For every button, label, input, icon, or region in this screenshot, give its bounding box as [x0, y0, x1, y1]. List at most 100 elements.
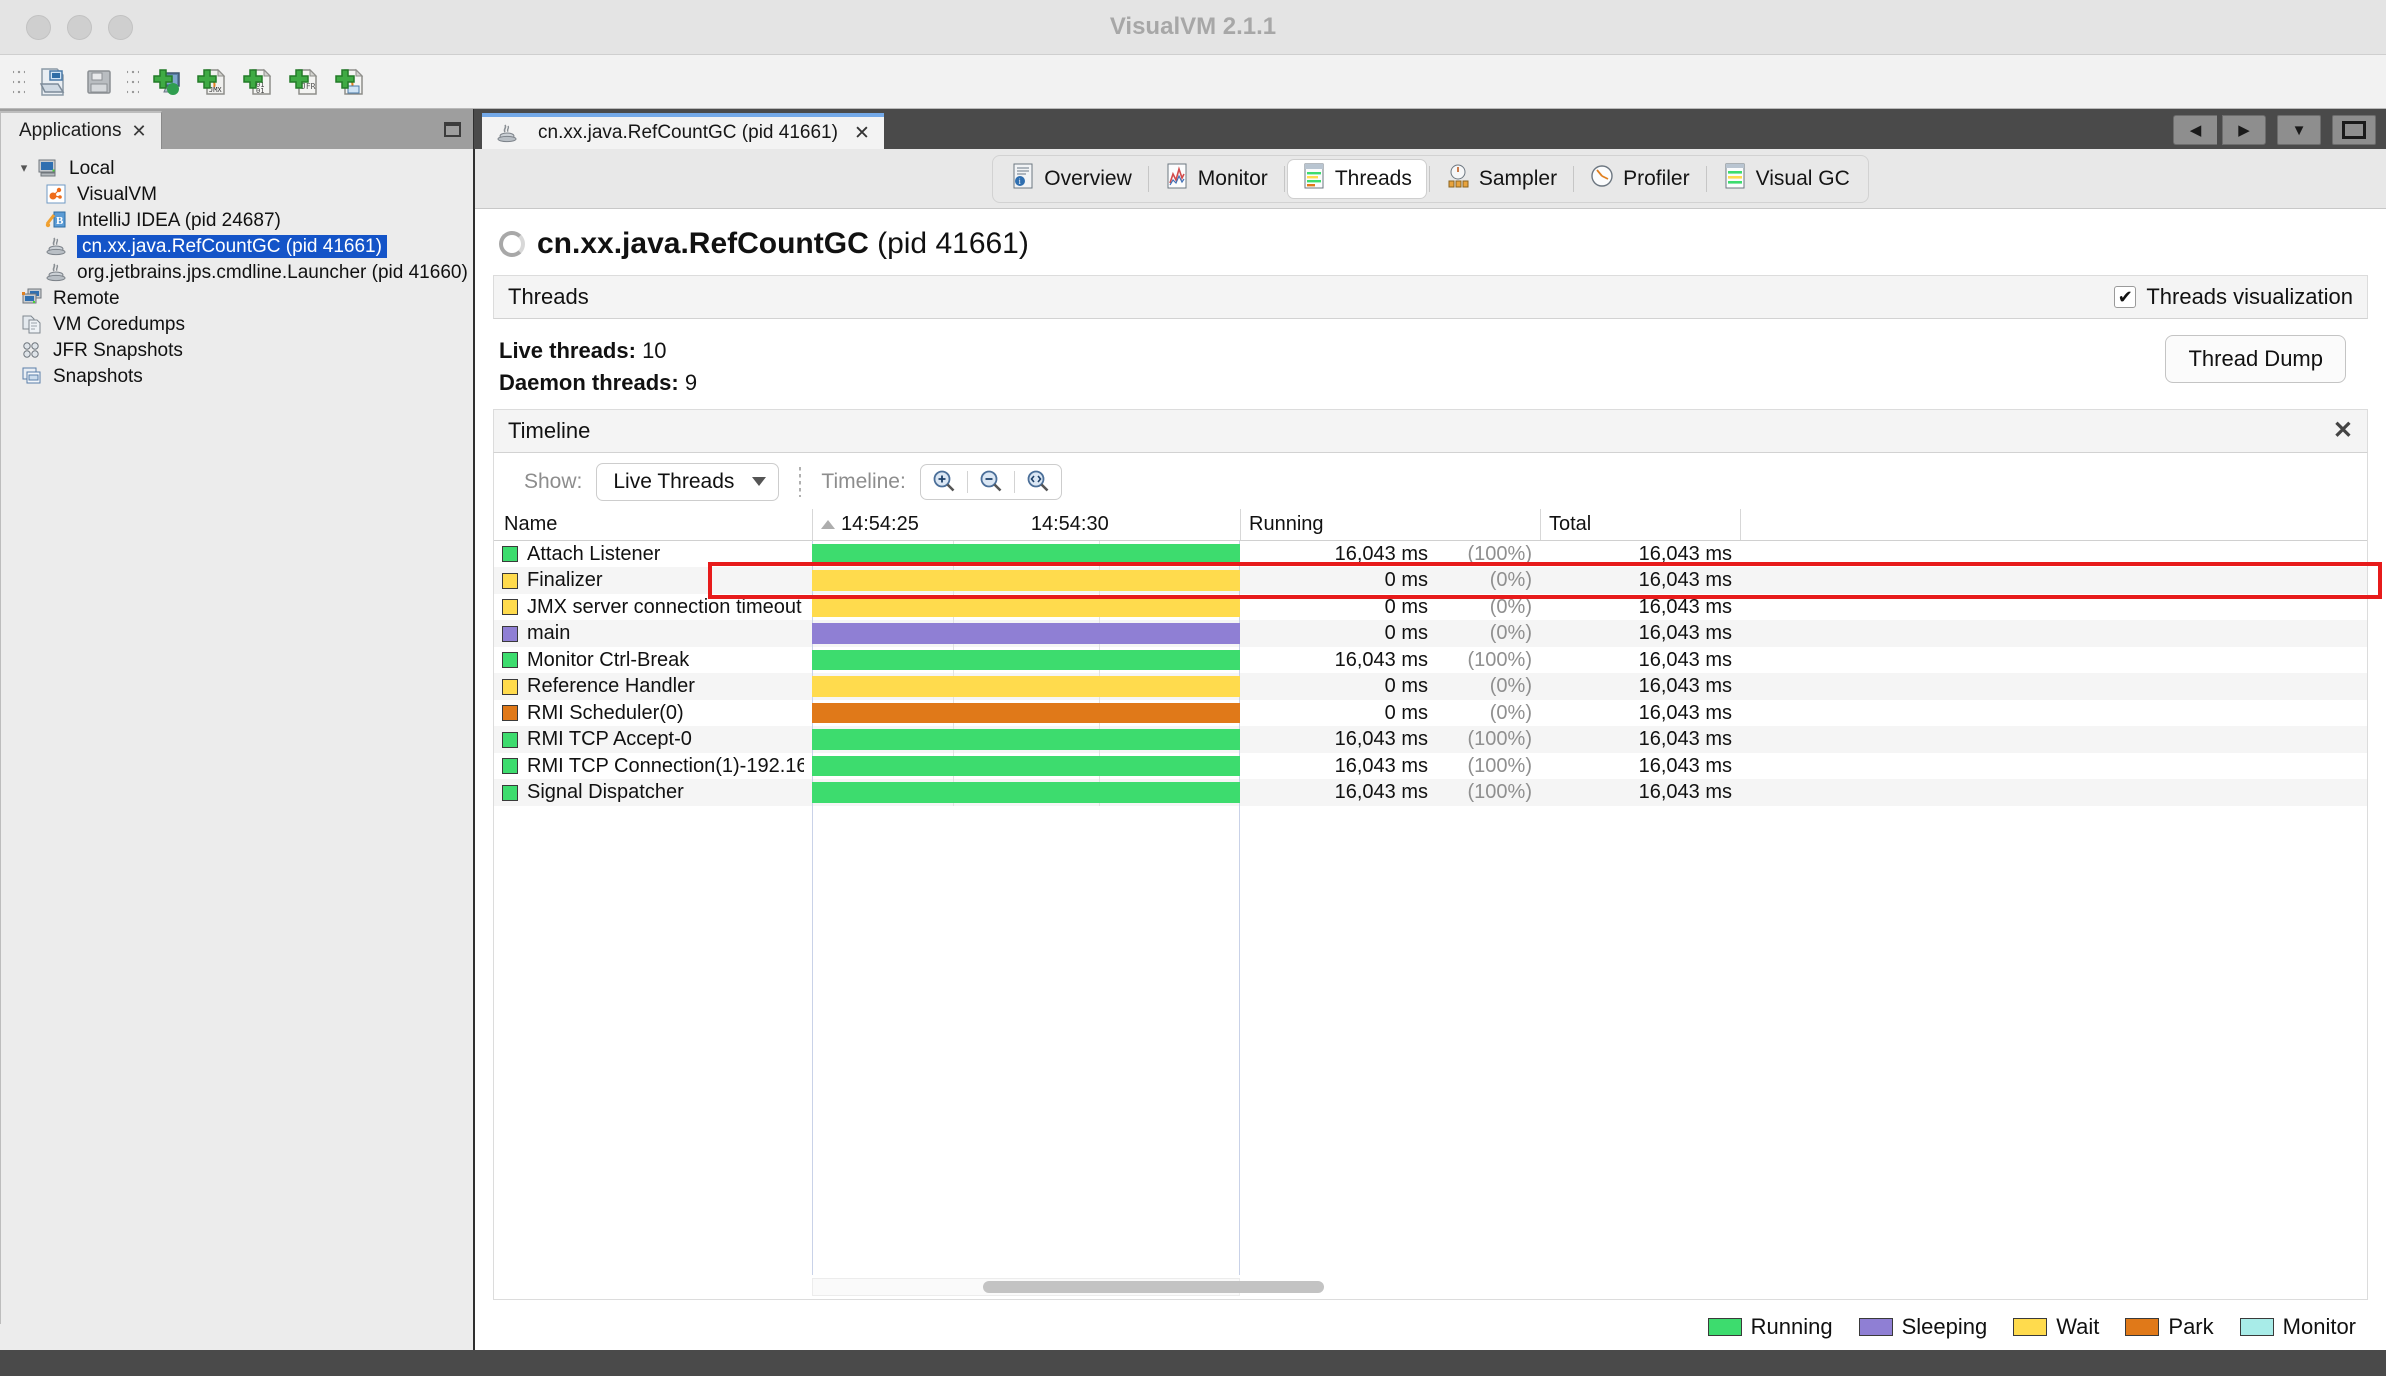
thread-timeline-cell[interactable] [812, 593, 1240, 621]
timeline-label: Timeline: [821, 469, 906, 493]
thread-name-label: Reference Handler [527, 675, 695, 698]
thread-name-cell: RMI TCP Connection(1)-192.168.31 [494, 753, 812, 780]
tab-profiler[interactable]: Profiler [1576, 159, 1704, 199]
tree-item-label: JFR Snapshots [53, 339, 183, 361]
maximize-document-button[interactable] [2332, 115, 2376, 145]
tab-applications[interactable]: Applications ✕ [0, 111, 162, 149]
open-snapshot-icon[interactable] [34, 63, 72, 101]
table-row[interactable]: RMI Scheduler(0) 0 ms (0%) 16,043 ms [494, 699, 2367, 727]
tree-item-refcountgc[interactable]: cn.xx.java.RefCountGC (pid 41661) [1, 233, 473, 259]
tab-refcountgc-document[interactable]: cn.xx.java.RefCountGC (pid 41661) ✕ [482, 113, 884, 149]
close-icon[interactable]: ✕ [854, 122, 870, 145]
column-header-running[interactable]: Running [1240, 508, 1436, 540]
show-threads-value: Live Threads [613, 469, 735, 493]
add-vm-coredump-icon[interactable]: 01 01 [240, 63, 278, 101]
tree-item-remote[interactable]: Remote [1, 285, 473, 311]
tab-sampler[interactable]: Sampler [1432, 159, 1571, 199]
zoom-fit-icon[interactable] [1015, 465, 1061, 499]
timeline-section-actions: ✕ [2333, 418, 2353, 443]
toolbar-grip-2 [127, 64, 139, 99]
thread-timeline-cell[interactable] [812, 752, 1240, 780]
table-body[interactable]: Attach Listener 16,043 ms (100%) 16,043 ms F… [494, 540, 2367, 1275]
thread-state-swatch [502, 652, 518, 669]
row-spacer-cell [1740, 779, 2367, 806]
java-icon [494, 122, 520, 144]
tree-item-label: Local [69, 157, 115, 179]
zoom-out-icon[interactable] [968, 465, 1014, 499]
table-row[interactable]: main 0 ms (0%) 16,043 ms [494, 620, 2367, 647]
thread-state-bar [812, 755, 1240, 777]
applications-pane: Applications ✕ ▾ Local VisualVM B Intell… [0, 109, 474, 1350]
running-time-cell: 0 ms [1384, 595, 1428, 618]
thread-timeline-cell[interactable] [812, 646, 1240, 674]
thread-dump-button[interactable]: Thread Dump [2165, 335, 2346, 383]
add-jmx-connection-icon[interactable]: JMX [194, 63, 232, 101]
close-icon[interactable]: ✕ [131, 122, 146, 140]
timeline-hscrollbar[interactable] [812, 1278, 1325, 1296]
window-title: VisualVM 2.1.1 [1109, 13, 1277, 40]
table-row[interactable]: Signal Dispatcher 16,043 ms (100%) 16,043 m… [494, 779, 2367, 806]
tree-item-jps-launcher[interactable]: org.jetbrains.jps.cmdline.Launcher (pid … [1, 259, 473, 285]
table-row[interactable]: Reference Handler 0 ms (0%) 16,043 ms [494, 673, 2367, 700]
page-title: cn.xx.java.RefCountGC (pid 41661) [537, 227, 1029, 261]
applications-tree[interactable]: ▾ Local VisualVM B IntelliJ IDEA (pid 24… [0, 149, 473, 1324]
legend-item: Wait [2013, 1314, 2099, 1340]
thread-state-swatch [502, 705, 518, 722]
thread-timeline-cell[interactable] [812, 567, 1240, 594]
tree-item-local[interactable]: ▾ Local [1, 155, 473, 181]
timeline-section-header: Timeline ✕ [493, 408, 2368, 453]
thread-name-cell: Monitor Ctrl-Break [494, 647, 812, 674]
threads-section-header: Threads ✔ Threads visualization [493, 275, 2368, 319]
column-header-name[interactable]: Name [494, 509, 812, 540]
table-row[interactable]: Attach Listener 16,043 ms (100%) 16,043 ms [494, 540, 2367, 568]
column-header-total[interactable]: Total [1540, 508, 1740, 540]
thread-timeline-cell[interactable] [812, 699, 1240, 727]
legend-label: Monitor [2282, 1314, 2356, 1339]
tree-item-intellij-idea[interactable]: B IntelliJ IDEA (pid 24687) [1, 207, 473, 233]
sort-ascending-icon [821, 519, 835, 529]
tab-monitor[interactable]: Monitor [1151, 159, 1282, 199]
running-percent-cell: (100%) [1467, 542, 1532, 565]
thread-timeline-cell[interactable] [812, 673, 1240, 700]
thread-timeline-cell[interactable] [812, 620, 1240, 647]
tab-visual-gc[interactable]: Visual GC [1709, 159, 1864, 199]
save-snapshot-icon[interactable] [80, 63, 118, 101]
threads-visualization-checkbox[interactable]: ✔ [2114, 286, 2137, 308]
minimize-pane-icon[interactable] [444, 122, 461, 137]
prev-tab-button[interactable]: ◀ [2173, 115, 2217, 145]
tab-overview[interactable]: i Overview [997, 159, 1146, 199]
thread-state-bar [812, 623, 1240, 644]
thread-name-label: RMI TCP Connection(1)-192.168.31 [527, 754, 804, 777]
tree-item-vm-coredumps[interactable]: VM Coredumps [1, 311, 473, 337]
table-row[interactable]: JMX server connection timeout 16 0 ms (0%)… [494, 593, 2367, 621]
daemon-threads-label: Daemon threads: [499, 369, 679, 395]
visualgc-icon [1723, 163, 1747, 195]
table-row[interactable]: RMI TCP Accept-0 16,043 ms (100%) 16,043 ms [494, 726, 2367, 753]
thread-name-cell: main [494, 620, 812, 647]
tree-item-snapshots[interactable]: Snapshots [1, 363, 473, 389]
thread-timeline-cell[interactable] [812, 726, 1240, 753]
tree-item-visualvm[interactable]: VisualVM [1, 181, 473, 207]
table-row[interactable]: Monitor Ctrl-Break 16,043 ms (100%) 16,043 … [494, 646, 2367, 674]
chevron-down-icon[interactable]: ▾ [13, 160, 35, 176]
next-tab-button[interactable]: ▶ [2222, 115, 2266, 145]
computer-icon [35, 157, 61, 179]
tab-list-button[interactable]: ▼ [2277, 115, 2321, 145]
tab-threads[interactable]: Threads [1286, 158, 1427, 199]
legend-swatch [2013, 1318, 2048, 1336]
table-row[interactable]: Finalizer 0 ms (0%) 16,043 ms [494, 567, 2367, 594]
show-threads-select[interactable]: Live Threads [596, 462, 780, 501]
timeline-hscrollbar-thumb[interactable] [983, 1281, 1325, 1293]
add-remote-host-icon[interactable] [148, 63, 186, 101]
tree-item-jfr-snapshots[interactable]: JFR Snapshots [1, 337, 473, 363]
zoom-in-icon[interactable] [921, 465, 967, 499]
svg-text:JFR: JFR [301, 82, 316, 91]
add-application-snapshot-icon[interactable] [332, 63, 370, 101]
close-icon[interactable]: ✕ [2333, 418, 2353, 443]
thread-timeline-cell[interactable] [812, 540, 1240, 568]
table-row[interactable]: RMI TCP Connection(1)-192.168.31 16,043 m… [494, 752, 2367, 780]
thread-timeline-cell[interactable] [812, 779, 1240, 806]
add-jfr-snapshot-icon[interactable]: JFR [286, 63, 324, 101]
threads-visualization-toggle[interactable]: ✔ Threads visualization [2114, 284, 2353, 310]
column-header-timeline[interactable]: 14:54:25 14:54:30 [812, 508, 1240, 540]
